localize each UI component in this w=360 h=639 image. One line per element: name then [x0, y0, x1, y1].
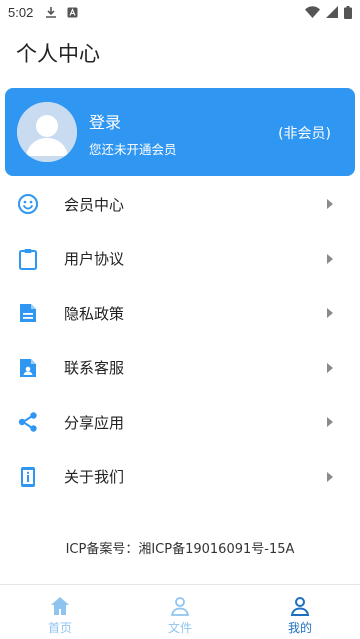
- clipboard-icon: [17, 248, 39, 270]
- chevron-right-icon: [327, 417, 333, 428]
- person-outline-icon: [170, 597, 190, 616]
- menu-item-user-agreement[interactable]: 用户协议: [0, 232, 360, 287]
- menu-item-member-center[interactable]: 会员中心: [0, 177, 360, 232]
- menu-item-label: 分享应用: [64, 413, 125, 432]
- default-avatar-icon: [17, 102, 77, 162]
- membership-subtitle: 您还未开通会员: [89, 142, 177, 157]
- menu-item-label: 关于我们: [64, 468, 125, 487]
- home-icon: [51, 597, 69, 615]
- menu-item-contact-support[interactable]: 联系客服: [0, 341, 360, 396]
- settings-menu: 会员中心 用户协议 隐私政策 联系客服 分享应用 关于我们: [0, 177, 360, 504]
- menu-item-label: 会员中心: [64, 195, 125, 214]
- avatar[interactable]: [17, 102, 77, 162]
- document-icon: [17, 302, 39, 324]
- notification-a-icon: [67, 7, 78, 17]
- menu-item-label: 隐私政策: [64, 304, 125, 323]
- menu-item-share-app[interactable]: 分享应用: [0, 395, 360, 450]
- menu-item-privacy-policy[interactable]: 隐私政策: [0, 286, 360, 341]
- profile-card[interactable]: 登录 您还未开通会员 (非会员): [5, 88, 355, 176]
- person-icon: [290, 597, 310, 616]
- nav-label: 我的: [287, 621, 312, 635]
- chevron-right-icon: [327, 253, 333, 264]
- icp-record-text: ICP备案号：湘ICP备19016091号-15A: [65, 542, 295, 557]
- status-bar: 5:02: [0, 0, 360, 24]
- share-icon: [17, 411, 39, 433]
- signal-icon: [326, 6, 338, 18]
- nav-tab-mine[interactable]: 我的: [240, 585, 360, 639]
- chevron-right-icon: [327, 199, 333, 210]
- status-time: 5:02: [8, 4, 34, 20]
- chevron-right-icon: [327, 308, 333, 319]
- menu-item-about-us[interactable]: 关于我们: [0, 450, 360, 505]
- nav-label: 首页: [47, 621, 72, 635]
- info-device-icon: [17, 466, 39, 488]
- login-link[interactable]: 登录: [89, 109, 121, 133]
- chevron-right-icon: [327, 362, 333, 373]
- nav-tab-files[interactable]: 文件: [120, 585, 240, 639]
- menu-item-label: 用户协议: [64, 250, 125, 269]
- nav-label: 文件: [167, 621, 192, 635]
- wifi-icon: [305, 6, 320, 18]
- page-title: 个人中心: [16, 42, 100, 66]
- menu-item-label: 联系客服: [64, 359, 125, 378]
- smiley-icon: [17, 193, 39, 215]
- battery-icon: [344, 5, 352, 19]
- download-icon: [46, 7, 57, 18]
- bottom-navigation: 首页 文件 我的: [0, 584, 360, 639]
- contact-file-icon: [17, 357, 39, 379]
- member-status-badge: (非会员): [278, 126, 331, 142]
- nav-tab-home[interactable]: 首页: [0, 585, 120, 639]
- chevron-right-icon: [327, 471, 333, 482]
